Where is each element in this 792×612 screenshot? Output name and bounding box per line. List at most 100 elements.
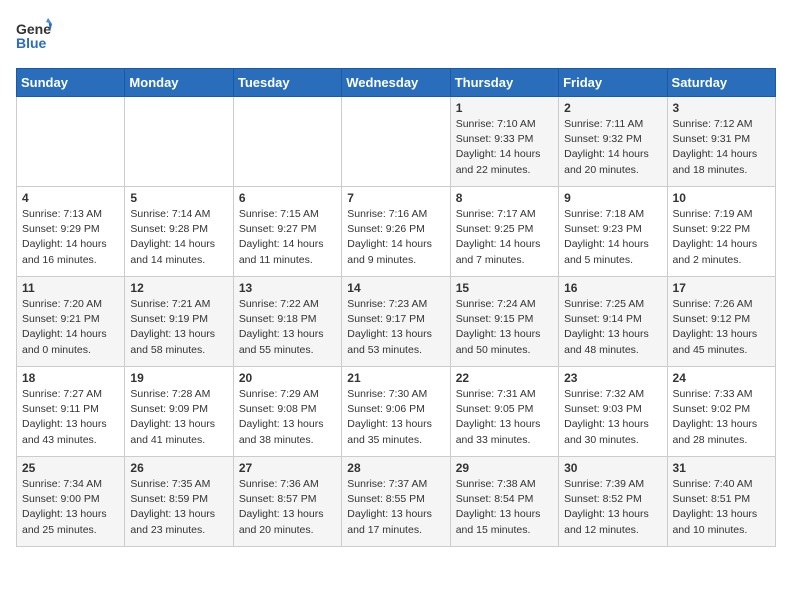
calendar-cell: 22 Sunrise: 7:31 AM Sunset: 9:05 PM Dayli…: [450, 367, 558, 457]
svg-text:Blue: Blue: [16, 35, 47, 51]
cell-info: Sunrise: 7:18 AM Sunset: 9:23 PM Dayligh…: [564, 207, 661, 268]
day-number: 15: [456, 281, 553, 295]
day-number: 12: [130, 281, 227, 295]
week-row-4: 18 Sunrise: 7:27 AM Sunset: 9:11 PM Dayli…: [17, 367, 776, 457]
cell-info: Sunrise: 7:15 AM Sunset: 9:27 PM Dayligh…: [239, 207, 336, 268]
day-number: 10: [673, 191, 770, 205]
day-header-sunday: Sunday: [17, 69, 125, 97]
cell-info: Sunrise: 7:36 AM Sunset: 8:57 PM Dayligh…: [239, 477, 336, 538]
day-number: 9: [564, 191, 661, 205]
cell-info: Sunrise: 7:35 AM Sunset: 8:59 PM Dayligh…: [130, 477, 227, 538]
day-header-saturday: Saturday: [667, 69, 775, 97]
day-number: 19: [130, 371, 227, 385]
cell-info: Sunrise: 7:28 AM Sunset: 9:09 PM Dayligh…: [130, 387, 227, 448]
cell-info: Sunrise: 7:21 AM Sunset: 9:19 PM Dayligh…: [130, 297, 227, 358]
cell-info: Sunrise: 7:10 AM Sunset: 9:33 PM Dayligh…: [456, 117, 553, 178]
cell-info: Sunrise: 7:37 AM Sunset: 8:55 PM Dayligh…: [347, 477, 444, 538]
day-number: 28: [347, 461, 444, 475]
cell-info: Sunrise: 7:38 AM Sunset: 8:54 PM Dayligh…: [456, 477, 553, 538]
day-number: 2: [564, 101, 661, 115]
calendar-cell: 6 Sunrise: 7:15 AM Sunset: 9:27 PM Daylig…: [233, 187, 341, 277]
cell-info: Sunrise: 7:32 AM Sunset: 9:03 PM Dayligh…: [564, 387, 661, 448]
cell-info: Sunrise: 7:25 AM Sunset: 9:14 PM Dayligh…: [564, 297, 661, 358]
calendar-cell: 1 Sunrise: 7:10 AM Sunset: 9:33 PM Daylig…: [450, 97, 558, 187]
day-number: 16: [564, 281, 661, 295]
day-number: 20: [239, 371, 336, 385]
day-number: 22: [456, 371, 553, 385]
cell-info: Sunrise: 7:19 AM Sunset: 9:22 PM Dayligh…: [673, 207, 770, 268]
day-number: 1: [456, 101, 553, 115]
calendar-cell: 16 Sunrise: 7:25 AM Sunset: 9:14 PM Dayli…: [559, 277, 667, 367]
calendar-cell: 7Sunrise: 7:16 AM Sunset: 9:26 PM Daylig…: [342, 187, 450, 277]
calendar-cell: 18 Sunrise: 7:27 AM Sunset: 9:11 PM Dayli…: [17, 367, 125, 457]
calendar-cell: 23 Sunrise: 7:32 AM Sunset: 9:03 PM Dayli…: [559, 367, 667, 457]
day-number: 25: [22, 461, 119, 475]
cell-info: Sunrise: 7:39 AM Sunset: 8:52 PM Dayligh…: [564, 477, 661, 538]
day-header-tuesday: Tuesday: [233, 69, 341, 97]
calendar-cell: 30 Sunrise: 7:39 AM Sunset: 8:52 PM Dayli…: [559, 457, 667, 547]
cell-info: Sunrise: 7:22 AM Sunset: 9:18 PM Dayligh…: [239, 297, 336, 358]
calendar-cell: 10 Sunrise: 7:19 AM Sunset: 9:22 PM Dayli…: [667, 187, 775, 277]
day-number: 30: [564, 461, 661, 475]
calendar-cell: 25 Sunrise: 7:34 AM Sunset: 9:00 PM Dayli…: [17, 457, 125, 547]
calendar-cell: 28 Sunrise: 7:37 AM Sunset: 8:55 PM Dayli…: [342, 457, 450, 547]
cell-info: Sunrise: 7:13 AM Sunset: 9:29 PM Dayligh…: [22, 207, 119, 268]
logo-icon: General Blue: [16, 16, 52, 56]
cell-info: Sunrise: 7:17 AM Sunset: 9:25 PM Dayligh…: [456, 207, 553, 268]
calendar-table: SundayMondayTuesdayWednesdayThursdayFrid…: [16, 68, 776, 547]
cell-info: Sunrise: 7:29 AM Sunset: 9:08 PM Dayligh…: [239, 387, 336, 448]
calendar-cell: 17Sunrise: 7:26 AM Sunset: 9:12 PM Dayli…: [667, 277, 775, 367]
calendar-cell: 26Sunrise: 7:35 AM Sunset: 8:59 PM Dayli…: [125, 457, 233, 547]
cell-info: Sunrise: 7:24 AM Sunset: 9:15 PM Dayligh…: [456, 297, 553, 358]
calendar-cell: [233, 97, 341, 187]
week-row-2: 4Sunrise: 7:13 AM Sunset: 9:29 PM Daylig…: [17, 187, 776, 277]
calendar-cell: 27 Sunrise: 7:36 AM Sunset: 8:57 PM Dayli…: [233, 457, 341, 547]
calendar-cell: 20 Sunrise: 7:29 AM Sunset: 9:08 PM Dayli…: [233, 367, 341, 457]
calendar-cell: [342, 97, 450, 187]
calendar-cell: 14Sunrise: 7:23 AM Sunset: 9:17 PM Dayli…: [342, 277, 450, 367]
calendar-cell: 11Sunrise: 7:20 AM Sunset: 9:21 PM Dayli…: [17, 277, 125, 367]
cell-info: Sunrise: 7:34 AM Sunset: 9:00 PM Dayligh…: [22, 477, 119, 538]
day-number: 31: [673, 461, 770, 475]
day-number: 21: [347, 371, 444, 385]
calendar-cell: 29 Sunrise: 7:38 AM Sunset: 8:54 PM Dayli…: [450, 457, 558, 547]
day-number: 27: [239, 461, 336, 475]
cell-info: Sunrise: 7:16 AM Sunset: 9:26 PM Dayligh…: [347, 207, 444, 268]
calendar-cell: 2 Sunrise: 7:11 AM Sunset: 9:32 PM Daylig…: [559, 97, 667, 187]
day-number: 29: [456, 461, 553, 475]
day-header-monday: Monday: [125, 69, 233, 97]
calendar-cell: 19 Sunrise: 7:28 AM Sunset: 9:09 PM Dayli…: [125, 367, 233, 457]
cell-info: Sunrise: 7:11 AM Sunset: 9:32 PM Dayligh…: [564, 117, 661, 178]
calendar-cell: 4Sunrise: 7:13 AM Sunset: 9:29 PM Daylig…: [17, 187, 125, 277]
day-number: 23: [564, 371, 661, 385]
calendar-cell: 12 Sunrise: 7:21 AM Sunset: 9:19 PM Dayli…: [125, 277, 233, 367]
calendar-cell: 15 Sunrise: 7:24 AM Sunset: 9:15 PM Dayli…: [450, 277, 558, 367]
cell-info: Sunrise: 7:33 AM Sunset: 9:02 PM Dayligh…: [673, 387, 770, 448]
week-row-3: 11Sunrise: 7:20 AM Sunset: 9:21 PM Dayli…: [17, 277, 776, 367]
cell-info: Sunrise: 7:20 AM Sunset: 9:21 PM Dayligh…: [22, 297, 119, 358]
calendar-cell: [125, 97, 233, 187]
day-number: 18: [22, 371, 119, 385]
logo: General Blue: [16, 16, 52, 56]
day-number: 6: [239, 191, 336, 205]
cell-info: Sunrise: 7:26 AM Sunset: 9:12 PM Dayligh…: [673, 297, 770, 358]
calendar-cell: 31Sunrise: 7:40 AM Sunset: 8:51 PM Dayli…: [667, 457, 775, 547]
cell-info: Sunrise: 7:30 AM Sunset: 9:06 PM Dayligh…: [347, 387, 444, 448]
calendar-cell: 13 Sunrise: 7:22 AM Sunset: 9:18 PM Dayli…: [233, 277, 341, 367]
cell-info: Sunrise: 7:31 AM Sunset: 9:05 PM Dayligh…: [456, 387, 553, 448]
calendar-cell: 24 Sunrise: 7:33 AM Sunset: 9:02 PM Dayli…: [667, 367, 775, 457]
week-row-1: 1 Sunrise: 7:10 AM Sunset: 9:33 PM Daylig…: [17, 97, 776, 187]
day-number: 14: [347, 281, 444, 295]
cell-info: Sunrise: 7:12 AM Sunset: 9:31 PM Dayligh…: [673, 117, 770, 178]
calendar-cell: 5 Sunrise: 7:14 AM Sunset: 9:28 PM Daylig…: [125, 187, 233, 277]
day-number: 5: [130, 191, 227, 205]
day-number: 13: [239, 281, 336, 295]
week-row-5: 25 Sunrise: 7:34 AM Sunset: 9:00 PM Dayli…: [17, 457, 776, 547]
calendar-cell: 9 Sunrise: 7:18 AM Sunset: 9:23 PM Daylig…: [559, 187, 667, 277]
calendar-cell: [17, 97, 125, 187]
page-header: General Blue: [16, 16, 776, 56]
cell-info: Sunrise: 7:27 AM Sunset: 9:11 PM Dayligh…: [22, 387, 119, 448]
day-header-wednesday: Wednesday: [342, 69, 450, 97]
cell-info: Sunrise: 7:14 AM Sunset: 9:28 PM Dayligh…: [130, 207, 227, 268]
day-number: 24: [673, 371, 770, 385]
